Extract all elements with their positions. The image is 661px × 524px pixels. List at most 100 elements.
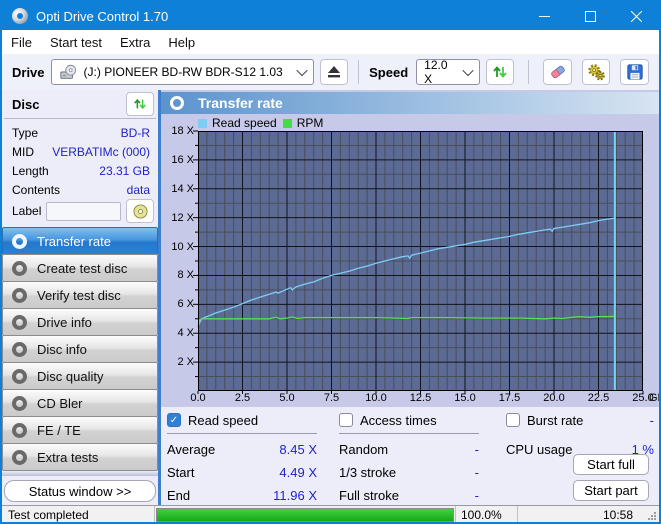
disc-info-rows: TypeBD-RMIDVERBATIMc (000)Length23.31 GB… bbox=[2, 119, 158, 199]
toolbar-separator bbox=[358, 60, 359, 84]
sidebar-item-label: Verify test disc bbox=[37, 288, 121, 303]
progress-cell bbox=[155, 506, 456, 523]
progress-percent: 100.0% bbox=[456, 506, 518, 523]
disc-row-value: BD-R bbox=[121, 126, 150, 140]
x-tick-label: 10.0 bbox=[365, 392, 386, 404]
legend-label: Read speed bbox=[212, 116, 277, 130]
disc-label-button[interactable] bbox=[126, 199, 154, 223]
legend-swatch bbox=[283, 119, 292, 128]
cd-icon bbox=[12, 315, 27, 330]
read-speed-checkbox-label: Read speed bbox=[188, 413, 258, 428]
disc-label-row: Label bbox=[2, 199, 158, 227]
toolbar-separator bbox=[528, 60, 529, 84]
save-button[interactable] bbox=[620, 59, 649, 85]
legend-swatch bbox=[198, 119, 207, 128]
eject-button[interactable] bbox=[320, 59, 349, 85]
access-times-checkbox[interactable] bbox=[339, 413, 353, 427]
access-time-stat-row: 1/3 stroke- bbox=[339, 464, 479, 480]
disc-info-row: Contentsdata bbox=[12, 180, 150, 199]
chevron-down-icon bbox=[296, 65, 307, 76]
x-tick-label: 17.5 bbox=[499, 392, 520, 404]
save-icon bbox=[626, 63, 644, 81]
y-tick-label: 6 X bbox=[161, 298, 194, 310]
x-tick-label: 7.5 bbox=[324, 392, 339, 404]
status-bar: Test completed 100.0% 10:58 bbox=[2, 505, 659, 523]
sidebar-item-transfer-rate[interactable]: Transfer rate bbox=[2, 227, 158, 255]
read-speed-column: ✓ Read speed Average8.45 XStart4.49 XEnd… bbox=[167, 407, 317, 505]
read-speed-stat-label: Average bbox=[167, 442, 215, 457]
access-time-stat-value: - bbox=[475, 442, 479, 457]
menu-start-test[interactable]: Start test bbox=[41, 30, 111, 54]
speed-value: 12.0 X bbox=[424, 58, 457, 86]
disc-row-value: 23.31 GB bbox=[99, 164, 150, 178]
menu-extra[interactable]: Extra bbox=[111, 30, 159, 54]
speed-label: Speed bbox=[369, 65, 408, 80]
y-tick-label: 4 X bbox=[161, 327, 194, 339]
maximize-button[interactable] bbox=[567, 2, 613, 30]
sidebar-item-label: Create test disc bbox=[37, 261, 127, 276]
y-tick-label: 2 X bbox=[161, 356, 194, 368]
burst-rate-checkbox[interactable] bbox=[506, 413, 520, 427]
sidebar-item-extra-tests[interactable]: Extra tests bbox=[2, 443, 158, 471]
refresh-arrows-icon bbox=[492, 64, 508, 80]
settings-button[interactable] bbox=[582, 59, 611, 85]
disc-info-row: Length23.31 GB bbox=[12, 161, 150, 180]
left-panel: Disc TypeBD-RMIDVERBATIMc (000)Length23.… bbox=[2, 90, 161, 505]
x-tick-label: 0.0 bbox=[190, 392, 205, 404]
menu-file[interactable]: File bbox=[2, 30, 41, 54]
read-speed-stat-value: 8.45 X bbox=[279, 442, 317, 457]
menu-help[interactable]: Help bbox=[159, 30, 204, 54]
disc-refresh-button[interactable] bbox=[126, 92, 154, 116]
burst-rate-column: Burst rate - CPU usage 1 % Start full St… bbox=[506, 407, 654, 505]
refresh-button[interactable] bbox=[486, 59, 515, 85]
disc-info-row: TypeBD-R bbox=[12, 123, 150, 142]
disc-info-row: MIDVERBATIMc (000) bbox=[12, 142, 150, 161]
status-time: 10:58 bbox=[518, 506, 647, 523]
status-window-button[interactable]: Status window >> bbox=[4, 480, 156, 502]
speed-select[interactable]: 12.0 X bbox=[416, 59, 480, 85]
x-tick-label: 5.0 bbox=[279, 392, 294, 404]
cd-icon bbox=[12, 450, 27, 465]
sidebar-item-label: Disc quality bbox=[37, 369, 103, 384]
disc-label-input[interactable] bbox=[46, 202, 121, 221]
sidebar-item-cd-bler[interactable]: CD Bler bbox=[2, 389, 158, 417]
sidebar-item-disc-quality[interactable]: Disc quality bbox=[2, 362, 158, 390]
cd-icon bbox=[12, 423, 27, 438]
refresh-arrows-icon bbox=[133, 97, 147, 111]
disc-section-header: Disc bbox=[2, 90, 158, 118]
y-tick-label: 18 X bbox=[161, 125, 194, 137]
x-tick-label: 22.5 bbox=[588, 392, 609, 404]
access-time-stat-row: Random- bbox=[339, 441, 479, 457]
erase-button[interactable] bbox=[543, 59, 572, 85]
access-times-column: Access times Random-1/3 stroke-Full stro… bbox=[339, 407, 479, 505]
eraser-icon bbox=[548, 63, 568, 81]
app-window: Opti Drive Control 1.70 FileStart testEx… bbox=[0, 0, 661, 524]
y-tick-label: 16 X bbox=[161, 154, 194, 166]
chart-legend: Read speed RPM bbox=[198, 116, 323, 130]
transfer-rate-chart: 18 X16 X14 X12 X10 X8 X6 X4 X2 X 0.02.55… bbox=[161, 131, 659, 407]
sidebar-item-drive-info[interactable]: Drive info bbox=[2, 308, 158, 336]
sidebar-item-fe-te[interactable]: FE / TE bbox=[2, 416, 158, 444]
progress-bar bbox=[156, 508, 454, 522]
sidebar-item-label: Disc info bbox=[37, 342, 87, 357]
minimize-button[interactable] bbox=[521, 2, 567, 30]
sidebar-item-disc-info[interactable]: Disc info bbox=[2, 335, 158, 363]
cd-icon bbox=[12, 234, 27, 249]
read-speed-stat-label: Start bbox=[167, 465, 194, 480]
start-part-button[interactable]: Start part bbox=[573, 480, 649, 501]
drive-icon bbox=[59, 63, 77, 81]
sidebar-item-verify-test-disc[interactable]: Verify test disc bbox=[2, 281, 158, 309]
start-full-button[interactable]: Start full bbox=[573, 454, 649, 475]
close-button[interactable] bbox=[613, 2, 659, 30]
cpu-usage-label: CPU usage bbox=[506, 442, 572, 457]
divider bbox=[167, 433, 317, 434]
access-time-stat-label: Full stroke bbox=[339, 488, 399, 503]
resize-grip[interactable] bbox=[647, 506, 659, 523]
read-speed-checkbox[interactable]: ✓ bbox=[167, 413, 181, 427]
cd-icon bbox=[12, 396, 27, 411]
access-time-stat-label: 1/3 stroke bbox=[339, 465, 396, 480]
sidebar-item-create-test-disc[interactable]: Create test disc bbox=[2, 254, 158, 282]
cd-icon bbox=[12, 261, 27, 276]
drive-select[interactable]: (J:) PIONEER BD-RW BDR-S12 1.03 bbox=[51, 59, 314, 85]
legend-item: RPM bbox=[283, 116, 324, 130]
